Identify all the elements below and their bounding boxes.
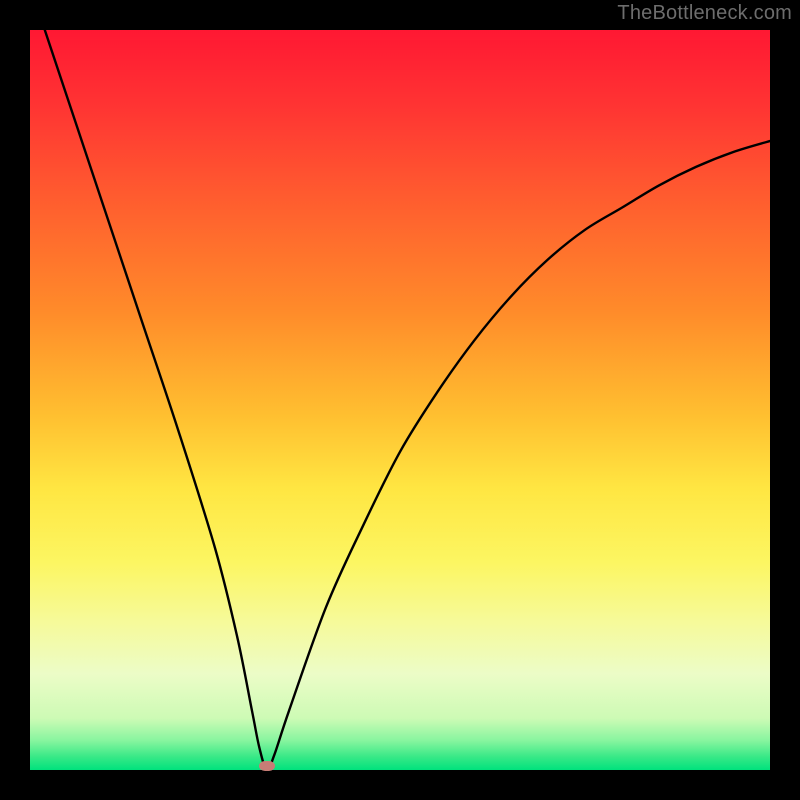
optimal-point-marker: [259, 761, 275, 771]
watermark-text: TheBottleneck.com: [617, 2, 792, 25]
chart-container: TheBottleneck.com: [0, 0, 800, 800]
plot-area: [30, 30, 770, 770]
bottleneck-curve: [30, 30, 770, 770]
